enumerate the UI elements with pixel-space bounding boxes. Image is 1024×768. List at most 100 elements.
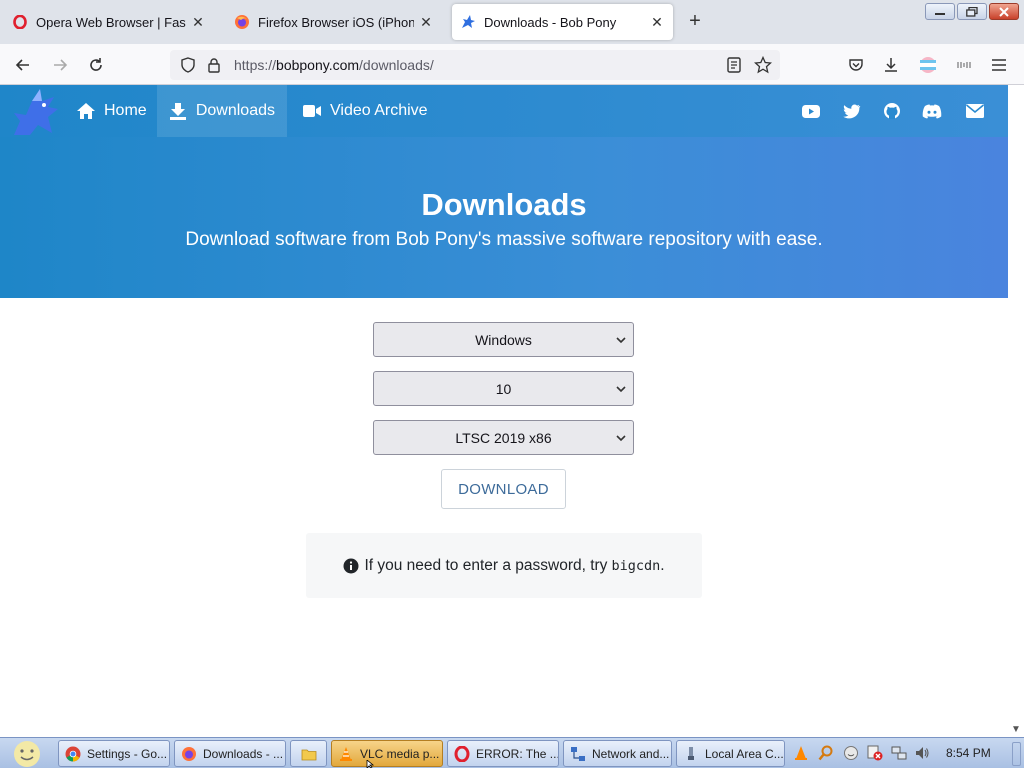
close-icon[interactable]: ✕ [649,14,665,30]
nav-video-archive-link[interactable]: Video Archive [290,85,440,137]
emoji-tray-icon[interactable] [843,745,859,761]
youtube-icon[interactable] [801,101,821,121]
bookmark-star-icon[interactable] [753,55,773,79]
extension-icon [957,62,971,68]
chrome-icon [65,746,81,761]
tracking-protection-icon[interactable] [180,57,196,78]
back-button[interactable] [10,52,36,78]
network-icon [571,746,585,761]
tab-title: Firefox Browser iOS (iPhone & i [258,14,414,30]
nav-downloads-label: Downloads [195,102,275,119]
pocket-icon [849,59,863,71]
close-icon[interactable]: ✕ [190,14,206,30]
forward-button[interactable] [47,52,73,78]
version-select-value: 10 [495,380,512,397]
chevron-down-icon[interactable]: ▼ [1011,724,1021,735]
tab-bar: Opera Web Browser | Faster, Saf ✕ Firefo… [0,0,1024,44]
chevron-down-icon [616,386,626,393]
info-icon [343,558,359,573]
twitter-icon[interactable] [842,101,862,121]
account-button[interactable] [915,52,941,78]
taskbar-item-downloads[interactable]: Downloads - ... [174,740,286,767]
maximize-button[interactable] [957,3,987,20]
avatar-icon [920,57,936,73]
start-orb-icon [14,740,40,767]
nav-video-archive-label: Video Archive [330,102,428,119]
arrow-right-icon [54,59,68,71]
notice-password: bigcdn [611,557,661,574]
opera-icon [454,745,470,762]
start-button[interactable] [6,739,48,768]
tab-title: Opera Web Browser | Faster, Saf [36,14,186,30]
taskbar-item-settings[interactable]: Settings - Go... [58,740,170,767]
taskbar-item-vlc[interactable]: VLC media p... [331,740,443,767]
network-tray-icon[interactable] [891,745,907,761]
nav-home-label: Home [104,102,147,119]
chevron-down-icon [616,337,626,344]
tab-downloads[interactable]: Downloads - Bob Pony ✕ [452,4,673,40]
nav-home-link[interactable]: Home [64,85,156,137]
vlc-icon [340,746,352,761]
notice-period: . [660,556,665,574]
mouse-cursor-icon [366,760,375,768]
arrow-left-icon [15,59,29,71]
site-logo[interactable] [10,87,62,137]
pocket-button[interactable] [843,52,869,78]
video-camera-icon [302,102,322,120]
taskbar-item-explorer[interactable] [290,740,327,767]
downloads-button[interactable] [878,52,904,78]
chevron-down-icon [616,435,626,442]
hamburger-menu-icon [992,59,1006,71]
web-page: Home Downloads Video Archive Downloads D… [0,85,1008,737]
version-select[interactable]: 10 [373,371,634,406]
reader-view-icon[interactable] [727,57,741,78]
home-icon [76,102,96,120]
email-icon[interactable] [965,101,985,121]
volume-icon[interactable] [914,745,930,761]
taskbar-item-opera[interactable]: ERROR: The ... [447,740,559,767]
window-close-button[interactable] [989,3,1019,20]
extension-button[interactable] [951,52,977,78]
taskbar-item-local-area[interactable]: Local Area C... [676,740,785,767]
screen: Opera Web Browser | Faster, Saf ✕ Firefo… [0,0,1024,768]
shield-warning-tray-icon[interactable] [867,745,883,761]
page-subtitle: Download software from Bob Pony's massiv… [185,229,823,250]
site-navbar: Home Downloads Video Archive [0,85,1008,137]
navigation-toolbar: https://bobpony.com/downloads/ [0,44,1024,85]
page-scrollbar[interactable]: ▼ [1008,85,1024,737]
password-notice: If you need to enter a password, try big… [306,533,702,598]
close-icon[interactable]: ✕ [418,14,434,30]
reload-button[interactable] [83,52,109,78]
edition-select[interactable]: LTSC 2019 x86 [373,420,634,455]
download-button[interactable]: DOWNLOAD [441,469,566,509]
url-bar[interactable]: https://bobpony.com/downloads/ [170,50,780,80]
minimize-button[interactable] [925,3,955,20]
discord-icon[interactable] [922,101,942,121]
folder-icon [301,749,316,760]
show-desktop-button[interactable] [1012,742,1021,766]
firefox-icon [182,746,196,761]
tab-title: Downloads - Bob Pony [484,14,617,30]
new-tab-button[interactable]: + [684,10,706,32]
lock-icon[interactable] [207,57,221,78]
os-select-value: Windows [475,331,532,348]
github-icon[interactable] [882,101,902,121]
page-title: Downloads [421,187,587,222]
system-clock[interactable]: 8:54 PM [946,746,991,760]
nav-downloads-link[interactable]: Downloads [157,85,287,137]
menu-button[interactable] [986,52,1012,78]
download-icon [169,102,188,120]
taskbar: Settings - Go... Downloads - ... VLC med… [0,737,1024,768]
hero-banner: Downloads Download software from Bob Pon… [0,137,1008,298]
download-icon [885,58,897,72]
bobpony-icon [460,14,476,30]
url-text[interactable]: https://bobpony.com/downloads/ [234,57,434,73]
firefox-icon [234,14,250,30]
vlc-tray-icon[interactable] [793,745,809,761]
network-adapter-icon [688,746,694,760]
taskbar-item-network[interactable]: Network and... [563,740,672,767]
tab-opera[interactable]: Opera Web Browser | Faster, Saf ✕ [4,4,214,40]
search-tray-icon[interactable] [818,745,834,761]
tab-firefox[interactable]: Firefox Browser iOS (iPhone & i ✕ [226,4,442,40]
os-select[interactable]: Windows [373,322,634,357]
